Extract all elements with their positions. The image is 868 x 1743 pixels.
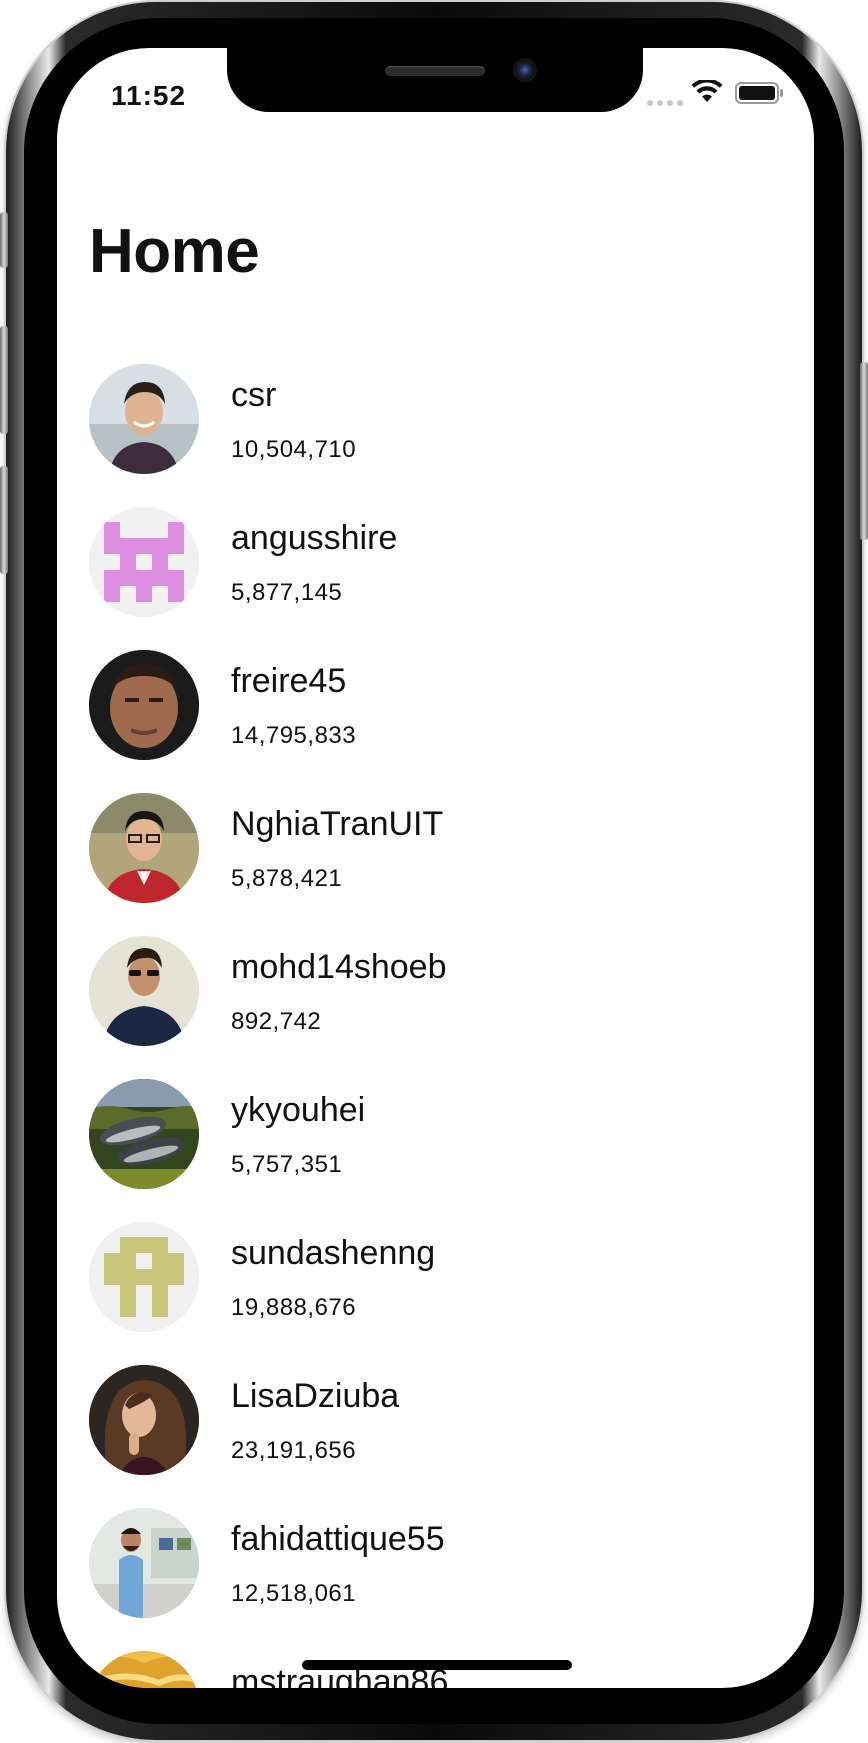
follower-count: 5,757,351 [231, 1151, 343, 1178]
avatar [89, 1508, 199, 1618]
list-item[interactable]: freire45 14,795,833 [57, 650, 814, 793]
home-indicator[interactable] [302, 1660, 572, 1670]
front-camera [513, 58, 537, 82]
notch [227, 48, 643, 112]
avatar [89, 793, 199, 903]
volume-up-button [0, 326, 8, 434]
username: ykyouhei [231, 1091, 366, 1129]
follower-count: 12,518,061 [231, 1580, 357, 1607]
username: NghiaTranUIT [231, 805, 444, 843]
follower-count: 5,877,145 [231, 579, 343, 606]
list-item[interactable]: angusshire 5,877,145 [57, 507, 814, 650]
follower-count: 23,191,656 [231, 1437, 357, 1464]
list-item[interactable]: sundashenng 19,888,676 [57, 1222, 814, 1365]
list-item[interactable]: mohd14shoeb 892,742 [57, 936, 814, 1079]
username: LisaDziuba [231, 1377, 400, 1415]
avatar [89, 936, 199, 1046]
power-button [860, 362, 868, 540]
avatar [89, 1079, 199, 1189]
follower-count: 5,878,421 [231, 865, 343, 892]
volume-down-button [0, 466, 8, 574]
username: fahidattique55 [231, 1520, 445, 1558]
battery-icon [735, 82, 783, 104]
list-item[interactable]: NghiaTranUIT 5,878,421 [57, 793, 814, 936]
list-item[interactable]: csr 10,504,710 [57, 364, 814, 507]
avatar [89, 650, 199, 760]
avatar [89, 507, 199, 617]
user-list[interactable]: csr 10,504,710 angusshire 5,877,145 frei… [57, 364, 814, 1688]
avatar [89, 1651, 199, 1688]
avatar [89, 364, 199, 474]
list-item[interactable]: fahidattique55 12,518,061 [57, 1508, 814, 1651]
cellular-dots-icon [647, 100, 683, 106]
silent-switch [0, 212, 8, 268]
username: angusshire [231, 519, 398, 557]
username: csr [231, 376, 277, 414]
earpiece-speaker [385, 66, 485, 76]
status-time: 11:52 [111, 80, 187, 111]
follower-count: 10,504,710 [231, 436, 357, 463]
username: sundashenng [231, 1234, 436, 1272]
avatar [89, 1365, 199, 1475]
username: mohd14shoeb [231, 948, 447, 986]
wifi-icon [691, 80, 723, 102]
follower-count: 14,795,833 [231, 722, 357, 749]
screen: 11:52 Home csr 10,504,710 angusshire 5,8… [57, 48, 814, 1688]
avatar [89, 1222, 199, 1332]
follower-count: 892,742 [231, 1008, 322, 1035]
follower-count: 19,888,676 [231, 1294, 357, 1321]
username: freire45 [231, 662, 347, 700]
page-title: Home [89, 217, 260, 286]
list-item[interactable]: LisaDziuba 23,191,656 [57, 1365, 814, 1508]
list-item[interactable]: ykyouhei 5,757,351 [57, 1079, 814, 1222]
